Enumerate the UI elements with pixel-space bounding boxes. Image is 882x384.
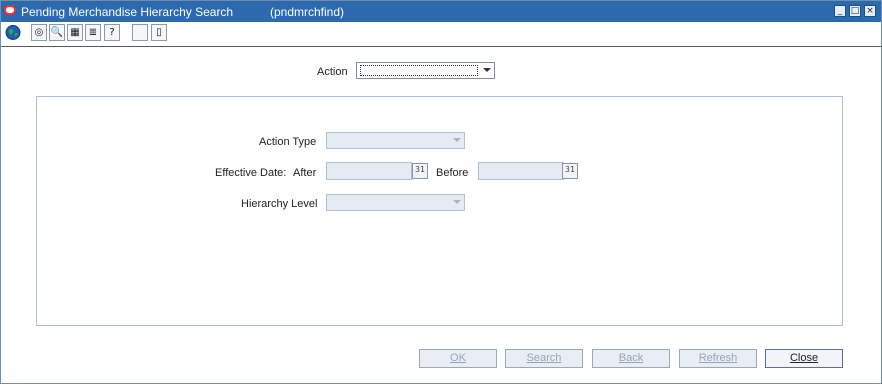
blank-icon[interactable] [132,24,148,41]
maximize-button[interactable]: □ [849,5,861,17]
document-icon[interactable]: ▯ [151,24,167,41]
hierarchy-level-label: Hierarchy Level [241,198,318,210]
back-button[interactable]: Back [592,349,670,368]
effective-date-label: Effective Date: [215,167,287,179]
app-window: Pending Merchandise Hierarchy Search (pn… [0,0,882,384]
chevron-down-icon [483,68,491,72]
notes-icon[interactable]: ≣ [85,24,101,41]
help-icon[interactable]: ◎ [31,24,47,41]
search-button[interactable]: Search [505,349,583,368]
question-icon[interactable]: ? [104,24,120,41]
before-label: Before [436,167,469,179]
after-label: After [293,167,317,179]
toolbar: ◎ 🔍 ▦ ≣ ? ▯ [1,22,881,47]
effective-date-after-field[interactable] [326,162,412,180]
find-icon[interactable]: 🔍 [49,24,65,41]
chevron-down-icon [453,138,461,142]
close-button[interactable]: Close [765,349,843,368]
chevron-down-icon [453,200,461,204]
action-label: Action [317,66,348,78]
action-value [360,65,478,76]
ok-button[interactable]: OK [419,349,497,368]
effective-date-before-field[interactable] [478,162,564,180]
calendar-icon[interactable]: ▦ [67,24,83,41]
form-name: (pndmrchfind) [270,5,345,19]
globe-icon[interactable] [5,24,21,41]
hierarchy-level-dropdown[interactable] [326,194,465,211]
refresh-button[interactable]: Refresh [679,349,757,368]
calendar-before-icon[interactable]: 31 [562,163,578,179]
calendar-after-icon[interactable]: 31 [412,163,428,179]
oracle-logo-icon [4,5,16,15]
minimize-button[interactable]: _ [834,5,846,17]
window-title: Pending Merchandise Hierarchy Search [21,5,234,19]
action-type-label: Action Type [259,136,317,148]
search-criteria-panel: Action Type Effective Date: After 31 Bef… [36,96,843,326]
action-dropdown[interactable] [356,62,495,79]
title-bar[interactable]: Pending Merchandise Hierarchy Search (pn… [1,1,881,22]
action-type-dropdown[interactable] [326,132,465,149]
close-window-button[interactable]: × [864,5,876,17]
